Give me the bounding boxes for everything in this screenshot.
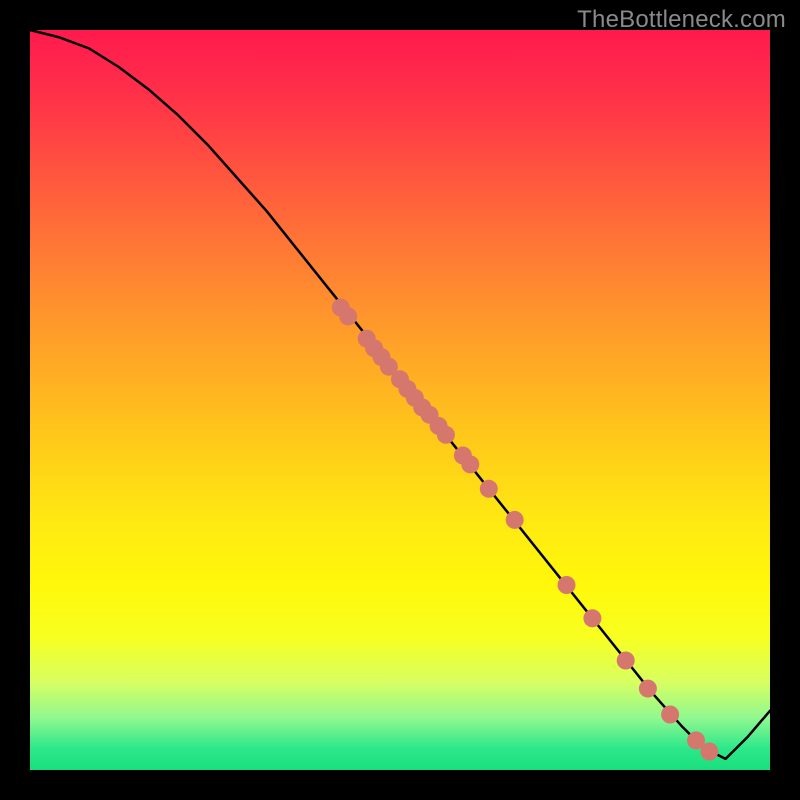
data-point	[437, 426, 455, 444]
data-point	[661, 706, 679, 724]
plot-area	[30, 30, 770, 770]
chart-svg	[30, 30, 770, 770]
data-point	[339, 307, 357, 325]
watermark-text: TheBottleneck.com	[577, 6, 786, 34]
data-point	[461, 455, 479, 473]
data-point	[617, 652, 635, 670]
chart-container: TheBottleneck.com	[0, 0, 800, 800]
marker-group	[332, 299, 719, 761]
data-point	[639, 680, 657, 698]
data-point	[506, 511, 524, 529]
data-point	[700, 743, 718, 761]
data-point	[583, 609, 601, 627]
data-point	[558, 576, 576, 594]
bottleneck-curve	[30, 30, 770, 759]
data-point	[480, 480, 498, 498]
